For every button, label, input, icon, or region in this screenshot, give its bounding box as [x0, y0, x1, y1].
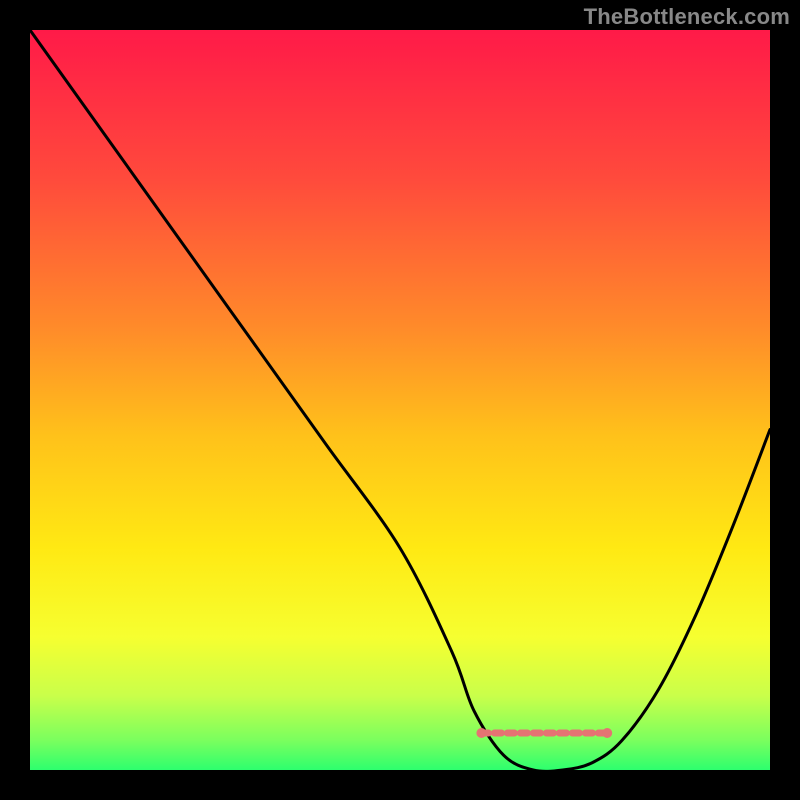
chart-container: TheBottleneck.com — [0, 0, 800, 800]
chart-background — [30, 30, 770, 770]
watermark-text: TheBottleneck.com — [584, 4, 790, 30]
chart-plot-area — [30, 30, 770, 770]
